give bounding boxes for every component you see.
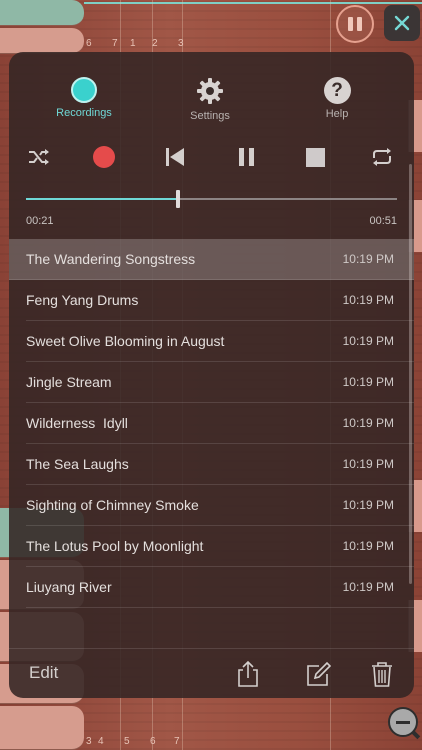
stop-icon: [305, 147, 325, 167]
note-number: 1: [130, 38, 136, 49]
list-scrollbar[interactable]: [409, 164, 412, 584]
tab-label: Help: [325, 108, 349, 120]
piano-key[interactable]: [0, 706, 84, 750]
recording-title: Liuyang River: [26, 579, 112, 595]
recording-time: 10:19 PM: [342, 539, 394, 553]
list-item[interactable]: Feng Yang Drums 10:19 PM: [26, 280, 414, 321]
note-number: 2: [152, 38, 158, 49]
total-time: 00:51: [369, 215, 397, 227]
recording-time: 10:19 PM: [342, 580, 394, 594]
note-number: 6: [86, 38, 92, 49]
recording-title: The Wandering Songstress: [26, 251, 196, 267]
tab-label: Settings: [190, 110, 230, 122]
note-number: 7: [174, 736, 180, 747]
pause-icon: [239, 148, 254, 166]
note-number: 3: [86, 736, 92, 747]
compose-button[interactable]: [305, 660, 332, 688]
recording-title: Jingle Stream: [26, 374, 112, 390]
list-item[interactable]: The Lotus Pool by Moonlight 10:19 PM: [26, 526, 414, 567]
playback-controls: [9, 142, 414, 172]
edit-button[interactable]: Edit: [29, 663, 58, 683]
skip-back-button[interactable]: [160, 142, 190, 172]
list-item[interactable]: Sighting of Chimney Smoke 10:19 PM: [26, 485, 414, 526]
recording-title: Sighting of Chimney Smoke: [26, 497, 199, 513]
progress-thumb[interactable]: [176, 190, 181, 208]
recording-time: 10:19 PM: [342, 416, 394, 430]
question-mark-icon: ?: [323, 77, 351, 104]
recording-title: Wilderness Idyll: [26, 415, 128, 431]
note-number: 6: [150, 736, 156, 747]
recording-title: The Lotus Pool by Moonlight: [26, 538, 204, 554]
recording-time: 10:19 PM: [342, 252, 394, 266]
zoom-out-button[interactable]: [388, 707, 418, 737]
list-item[interactable]: Wilderness Idyll 10:19 PM: [26, 403, 414, 444]
stop-button[interactable]: [300, 142, 330, 172]
piano-key[interactable]: [0, 28, 84, 54]
list-item[interactable]: Sweet Olive Blooming in August 10:19 PM: [26, 321, 414, 362]
note-number: 4: [98, 736, 104, 747]
close-icon: [394, 15, 410, 31]
zoom-out-icon: [396, 720, 410, 724]
pause-icon: [357, 17, 362, 31]
shuffle-icon: [29, 149, 49, 165]
progress-fill: [26, 198, 179, 200]
recording-time: 10:19 PM: [342, 498, 394, 512]
pause-button[interactable]: [232, 142, 262, 172]
gear-icon: [197, 78, 223, 104]
tab-label: Recordings: [56, 107, 112, 119]
tab-settings[interactable]: Settings: [165, 76, 255, 122]
record-icon: [93, 146, 115, 168]
recording-title: The Sea Laughs: [26, 456, 129, 472]
record-circle-icon: [71, 77, 97, 103]
elapsed-time: 00:21: [26, 215, 54, 227]
progress-slider[interactable]: [26, 190, 397, 208]
recordings-panel: Recordings Settings ? Help 00:21 00:51 T…: [9, 52, 414, 698]
list-item[interactable]: The Sea Laughs 10:19 PM: [26, 444, 414, 485]
recording-time: 10:19 PM: [342, 457, 394, 471]
skip-back-icon: [166, 148, 184, 166]
list-item[interactable]: The Wandering Songstress 10:19 PM: [9, 239, 414, 280]
recording-time: 10:19 PM: [342, 334, 394, 348]
tab-recordings[interactable]: Recordings: [39, 76, 129, 119]
bottom-toolbar: Edit: [9, 648, 414, 698]
note-number: 3: [178, 38, 184, 49]
recording-title: Feng Yang Drums: [26, 292, 139, 308]
repeat-button[interactable]: [367, 142, 397, 172]
recordings-list: The Wandering Songstress 10:19 PM Feng Y…: [9, 239, 414, 608]
repeat-icon: [373, 148, 391, 166]
piano-key[interactable]: [0, 0, 84, 26]
close-button[interactable]: [384, 5, 420, 41]
play-pause-button[interactable]: [336, 5, 374, 43]
list-item[interactable]: Liuyang River 10:19 PM: [26, 567, 414, 608]
record-button[interactable]: [89, 142, 119, 172]
recording-title: Sweet Olive Blooming in August: [26, 333, 225, 349]
bottom-number-row: 3 4 5 6 7: [86, 736, 194, 747]
share-button[interactable]: [235, 660, 261, 688]
share-icon: [238, 660, 258, 687]
pause-icon: [348, 17, 353, 31]
trash-icon: [372, 662, 392, 687]
trash-button[interactable]: [369, 660, 395, 688]
compose-icon: [307, 661, 332, 686]
top-number-row: 6 7 1 2 3: [86, 38, 198, 49]
top-accent-line: [84, 2, 422, 4]
recording-time: 10:19 PM: [342, 293, 394, 307]
recording-time: 10:19 PM: [342, 375, 394, 389]
tab-bar: Recordings Settings ? Help: [9, 76, 414, 126]
tab-help[interactable]: ? Help: [292, 76, 382, 120]
note-number: 5: [124, 736, 130, 747]
note-number: 7: [112, 38, 118, 49]
list-item[interactable]: Jingle Stream 10:19 PM: [26, 362, 414, 403]
shuffle-button[interactable]: [24, 142, 54, 172]
